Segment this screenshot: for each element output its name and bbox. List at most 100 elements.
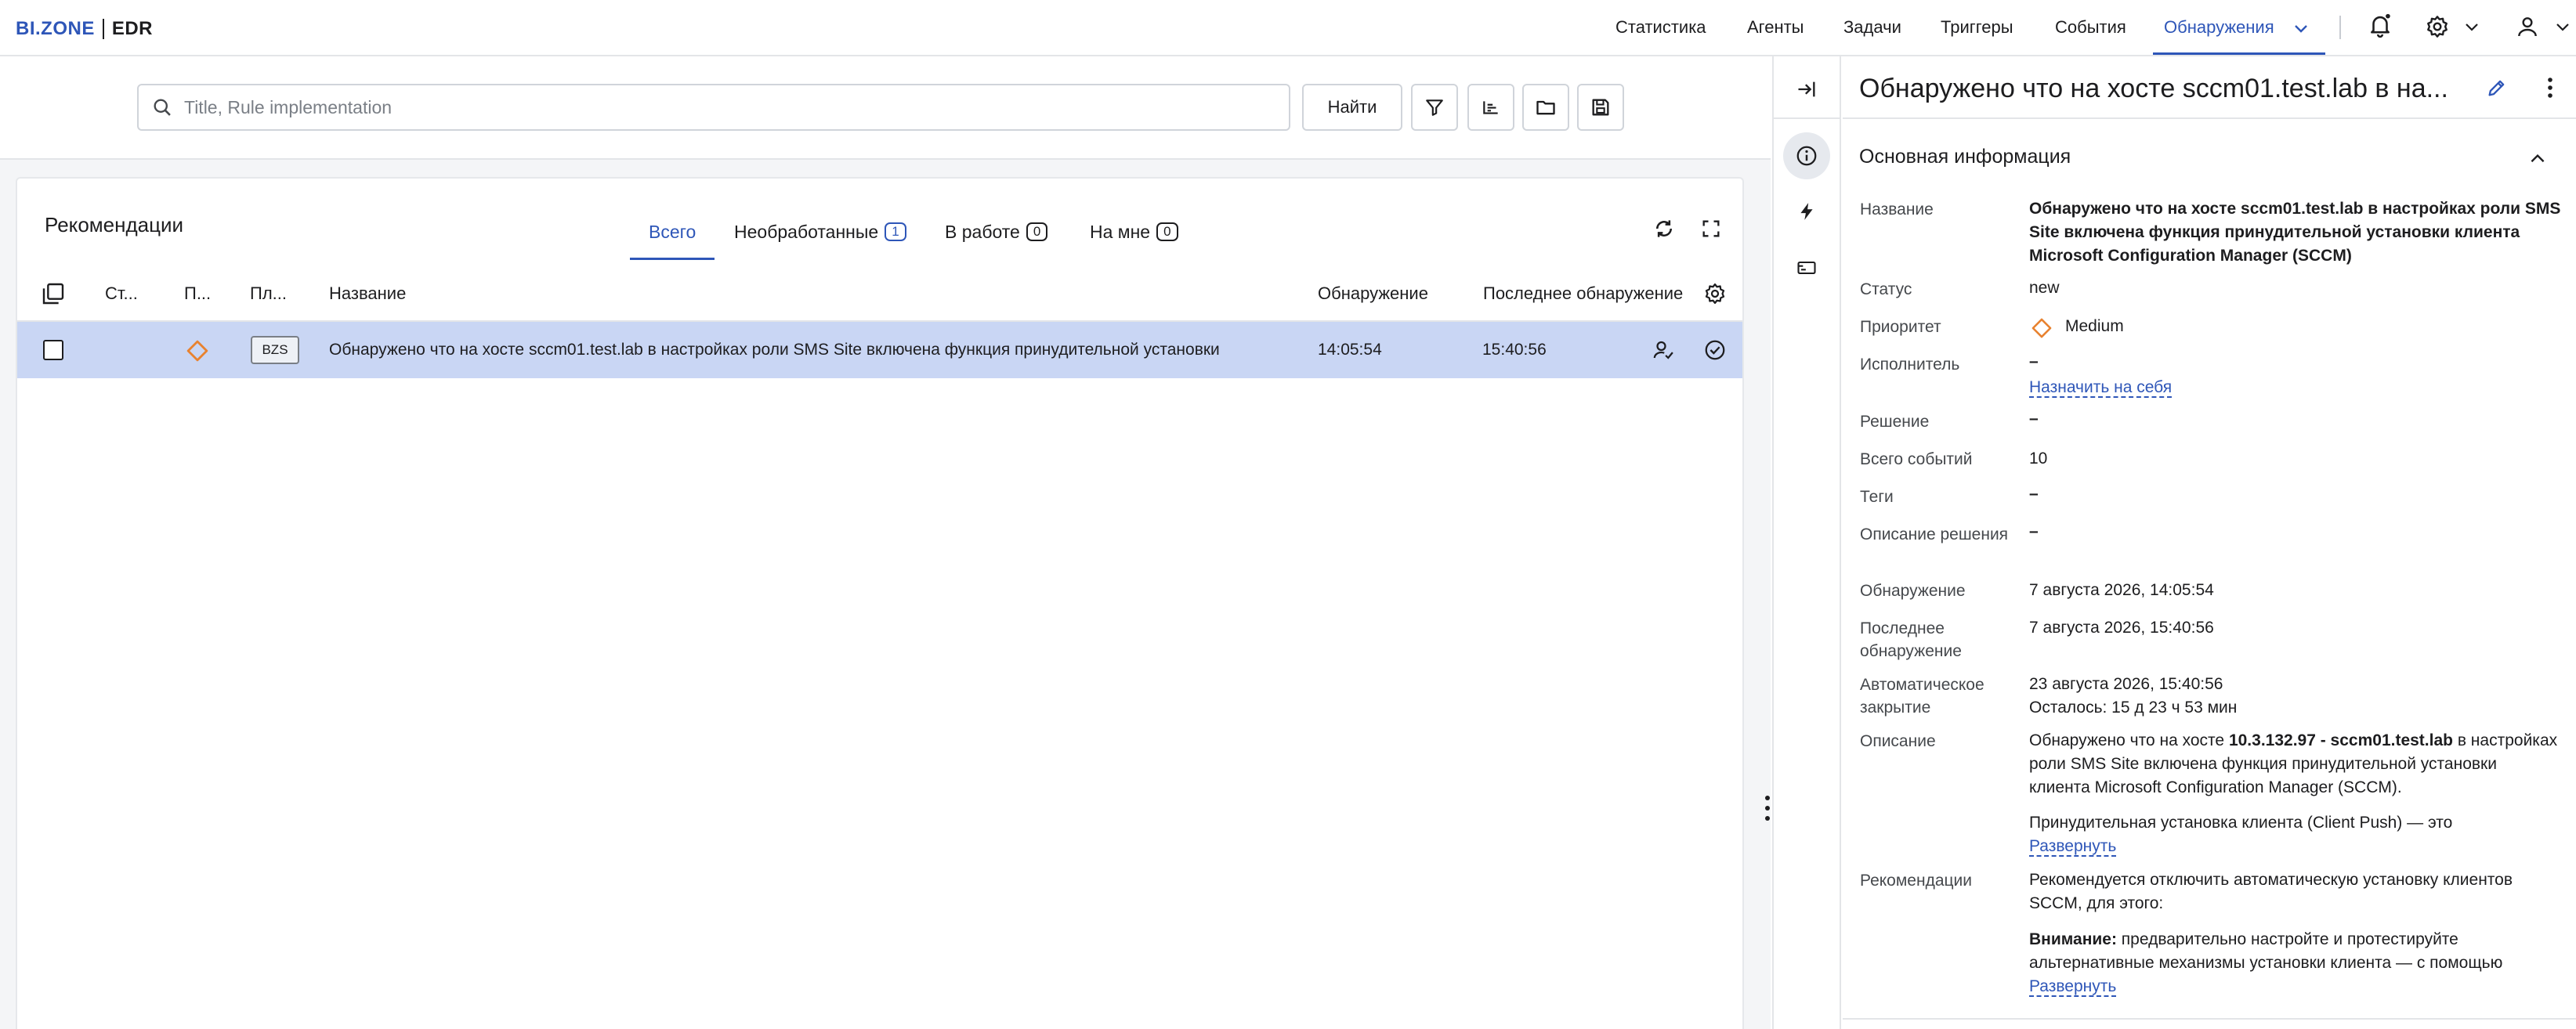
row-name: Обнаружено что на хосте sccm01.test.lab … [329, 341, 1220, 359]
user-icon[interactable] [2512, 11, 2543, 42]
nav-separator [2339, 16, 2341, 39]
priority-medium-icon [183, 337, 212, 365]
resolution-label: Решение [1860, 413, 1930, 431]
filter-icon [1426, 99, 1443, 116]
tags-value: – [2029, 485, 2039, 503]
status-label: Статус [1860, 280, 1912, 298]
recommendations-text: Рекомендуется отключить автоматическую у… [2029, 871, 2513, 912]
tab-mine-label: На мне [1090, 221, 1151, 242]
resolution-value: – [2029, 410, 2039, 428]
gear-icon[interactable] [2422, 11, 2453, 42]
lightning-icon[interactable] [1791, 196, 1822, 227]
assignee-label: Исполнитель [1860, 356, 1960, 374]
tab-in-progress[interactable]: В работе 0 [945, 211, 1048, 252]
column-platform[interactable]: Пл... [250, 282, 287, 305]
product-name: EDR [111, 18, 154, 39]
description-label: Описание [1860, 732, 1936, 750]
resolve-check-icon[interactable] [1700, 335, 1730, 365]
fullscreen-icon[interactable] [1697, 215, 1725, 243]
tab-all-label: Всего [649, 221, 696, 242]
status-value: new [2029, 279, 2060, 297]
edit-pencil-icon[interactable] [2481, 72, 2513, 103]
description-prefix: Обнаружено что на хосте [2029, 731, 2229, 749]
nav-tasks[interactable]: Задачи [1843, 16, 1901, 39]
description-extra: Принудительная установка клиента (Client… [2029, 814, 2453, 832]
description-expand-link[interactable]: Развернуть [2029, 835, 2116, 858]
panel-title: Рекомендации [45, 213, 184, 236]
search-placeholder: Title, Rule implementation [184, 96, 393, 117]
logo-divider [102, 19, 104, 39]
events-label: Всего событий [1860, 450, 1973, 468]
last-detection-label: Последнее обнаружение [1860, 619, 1962, 660]
row-last-detected: 15:40:56 [1482, 341, 1547, 359]
column-detected[interactable]: Обнаружение [1318, 282, 1428, 305]
save-query-button[interactable] [1577, 84, 1624, 131]
name-label: Название [1860, 200, 1934, 218]
tab-unprocessed-label: Необработанные [734, 221, 879, 242]
description-text: Обнаружено что на хосте 10.3.132.97 - sc… [2029, 729, 2562, 800]
name-value: Обнаружено что на хосте sccm01.test.lab … [2029, 200, 2561, 265]
info-icon[interactable] [1783, 132, 1830, 179]
search-input[interactable]: Title, Rule implementation [137, 84, 1290, 131]
recommendations-label: Рекомендации [1860, 872, 1973, 890]
nav-detections-chevron-icon[interactable] [2289, 17, 2313, 41]
column-name[interactable]: Название [329, 282, 406, 305]
nav-events[interactable]: События [2055, 16, 2126, 39]
sort-button[interactable] [1467, 84, 1514, 131]
user-chevron-icon[interactable] [2551, 16, 2574, 39]
search-button[interactable]: Найти [1302, 84, 1402, 131]
nav-active-underline [2153, 52, 2325, 55]
column-settings-gear-icon[interactable] [1700, 279, 1730, 309]
logo-text: BI.ZONE [16, 18, 95, 39]
tab-unprocessed[interactable]: Необработанные 1 [734, 211, 906, 252]
nav-agents[interactable]: Агенты [1747, 16, 1804, 39]
tab-all-underline [630, 258, 715, 260]
refresh-icon[interactable] [1650, 215, 1678, 243]
last-detection-value: 7 августа 2026, 15:40:56 [2029, 619, 2214, 637]
details-title: Обнаружено что на хосте sccm01.test.lab … [1859, 74, 2448, 103]
resolution-description-value: – [2029, 522, 2039, 540]
assign-user-icon[interactable] [1648, 335, 1678, 365]
row-detected: 14:05:54 [1318, 341, 1382, 359]
chevron-up-icon[interactable] [2524, 146, 2551, 172]
warning-bold: Внимание: [2029, 930, 2117, 948]
open-folder-button[interactable] [1522, 84, 1569, 131]
tab-mine[interactable]: На мне 0 [1090, 211, 1178, 252]
platform-badge: BZS [251, 336, 299, 364]
column-priority[interactable]: П... [184, 282, 211, 305]
folder-icon [1536, 100, 1555, 115]
tags-label: Теги [1860, 488, 1894, 506]
tab-in-progress-label: В работе [945, 221, 1020, 242]
bell-icon[interactable] [2364, 9, 2396, 41]
search-icon [151, 96, 173, 118]
section-title: Основная информация [1859, 146, 2071, 168]
priority-value: Medium [2065, 317, 2124, 335]
recommendations-expand-link[interactable]: Развернуть [2029, 975, 2116, 998]
collapse-panel-icon[interactable] [1791, 74, 1822, 105]
auto-close-value: 23 августа 2026, 15:40:56 [2029, 675, 2223, 693]
filter-button[interactable] [1411, 84, 1458, 131]
row-checkbox[interactable] [43, 340, 63, 360]
tab-all[interactable]: Всего [649, 211, 696, 252]
sort-lines-icon [1483, 101, 1498, 114]
nav-statistics[interactable]: Статистика [1615, 16, 1706, 39]
tab-in-progress-count: 0 [1026, 222, 1048, 241]
priority-label: Приоритет [1860, 318, 1941, 336]
column-last-detected[interactable]: Последнее обнаружение [1483, 282, 1688, 305]
tab-mine-count: 0 [1156, 222, 1178, 241]
select-all-icon[interactable] [38, 278, 69, 309]
nav-detections[interactable]: Обнаружения [2164, 16, 2274, 39]
nav-triggers[interactable]: Триггеры [1941, 16, 2013, 39]
auto-close-remaining: Осталось: 15 д 23 ч 53 мин [2029, 699, 2238, 717]
details-bottom-divider [1843, 1018, 2576, 1020]
priority-diamond-icon [2029, 316, 2054, 341]
column-status[interactable]: Ст... [105, 282, 138, 305]
auto-close-label: Автоматическое закрытие [1860, 676, 1984, 717]
more-menu-icon[interactable] [2538, 72, 2562, 103]
host-icon[interactable] [1791, 252, 1822, 283]
settings-chevron-icon[interactable] [2460, 16, 2484, 39]
assignee-value: – [2029, 352, 2039, 370]
events-value: 10 [2029, 450, 2048, 468]
brand-logo[interactable]: BI.ZONE EDR [16, 17, 153, 41]
assign-to-me-link[interactable]: Назначить на себя [2029, 376, 2172, 399]
